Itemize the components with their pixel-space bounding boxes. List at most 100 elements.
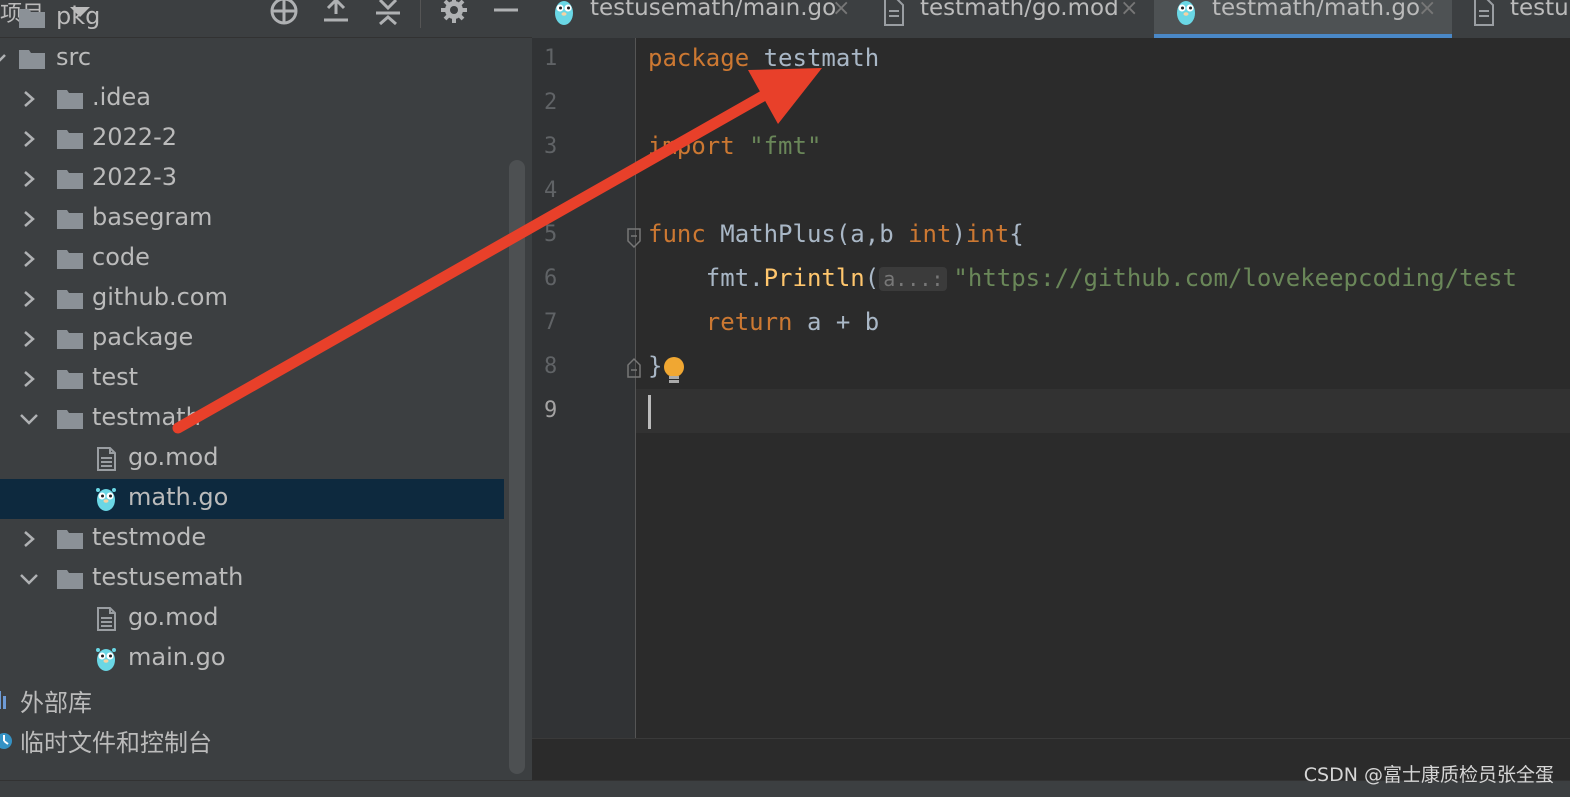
line-number: 1 <box>544 46 558 71</box>
gopher-icon <box>1174 0 1198 26</box>
chevron-right-icon[interactable] <box>18 168 40 190</box>
folder-icon <box>56 407 84 431</box>
tree-item--[interactable]: 临时文件和控制台 <box>0 719 504 759</box>
tree-item-label: testmode <box>92 523 207 551</box>
file-icon <box>92 447 120 471</box>
chevron-right-icon[interactable] <box>18 208 40 230</box>
file-icon <box>882 0 906 26</box>
editor-tab-testmath-go-mod[interactable]: testmath/go.mod × <box>862 0 1154 38</box>
line-number: 6 <box>544 266 558 291</box>
chevron-right-icon[interactable] <box>18 248 40 270</box>
tree-item-label: go.mod <box>128 603 219 631</box>
close-icon[interactable]: × <box>1120 0 1138 21</box>
file-icon <box>92 607 120 631</box>
tree-item-2022-3[interactable]: 2022-3 <box>0 159 504 199</box>
tree-item-label: .idea <box>92 83 152 111</box>
close-icon[interactable]: × <box>832 0 850 21</box>
tree-item-test[interactable]: test <box>0 359 504 399</box>
gopher-icon <box>92 647 120 671</box>
tree-item-github-com[interactable]: github.com <box>0 279 504 319</box>
tree-item-pkg[interactable]: pkg <box>0 0 504 38</box>
code-line-7[interactable]: return a + b <box>648 308 879 336</box>
file-icon <box>1472 0 1496 26</box>
watermark: CSDN @富士康质检员张全蛋 <box>1303 764 1554 786</box>
lightbulb-icon[interactable] <box>662 356 686 386</box>
text-caret <box>648 395 651 429</box>
tree-item-label: testusemath <box>92 563 244 591</box>
code-line-5[interactable]: func MathPlus(a,b int)int{ <box>648 220 1024 248</box>
chevron-right-icon[interactable] <box>18 528 40 550</box>
folder-icon <box>56 527 84 551</box>
close-icon[interactable]: × <box>1418 0 1436 21</box>
line-number: 4 <box>544 178 558 203</box>
line-number: 3 <box>544 134 558 159</box>
code-line-1[interactable]: package testmath <box>648 44 879 72</box>
tree-item-label: go.mod <box>128 443 219 471</box>
tree-item-label: 2022-2 <box>92 123 178 151</box>
tree-item--idea[interactable]: .idea <box>0 79 504 119</box>
gopher-icon <box>552 0 576 26</box>
chevron-right-icon[interactable] <box>18 128 40 150</box>
chevron-down-icon[interactable] <box>0 48 8 70</box>
scrollbar[interactable] <box>509 160 525 774</box>
tree-item-label: github.com <box>92 283 228 311</box>
gopher-icon <box>92 487 120 511</box>
line-number: 5 <box>544 222 558 247</box>
editor-tab-testus[interactable]: testus <box>1452 0 1570 38</box>
tab-label: testus <box>1510 0 1570 21</box>
folder-icon <box>56 247 84 271</box>
project-panel: 项目 pkgsrc.idea2022-22022-3basegramcodegi… <box>0 0 532 780</box>
tree-item-testmode[interactable]: testmode <box>0 519 504 559</box>
chevron-right-icon[interactable] <box>18 368 40 390</box>
editor-tab-testmath-math-go[interactable]: testmath/math.go × <box>1154 0 1452 38</box>
code-line-6[interactable]: fmt.Println(a...: "https://github.com/lov… <box>648 264 1517 292</box>
tree-item-2022-2[interactable]: 2022-2 <box>0 119 504 159</box>
tab-label: testmath/math.go <box>1212 0 1421 21</box>
folder-icon <box>56 207 84 231</box>
folder-icon <box>56 87 84 111</box>
tree-item-label: basegram <box>92 203 213 231</box>
folder-icon <box>56 327 84 351</box>
tab-label: testmath/go.mod <box>920 0 1119 21</box>
tree-item-label: 2022-3 <box>92 163 178 191</box>
fold-open-icon[interactable] <box>626 227 642 249</box>
folder-icon <box>18 6 46 30</box>
tree-item-main-go[interactable]: main.go <box>0 639 504 679</box>
tree-item-label: testmath <box>92 403 201 431</box>
tree-item-label: math.go <box>128 483 229 511</box>
line-number-gutter: 1 2 3 4 5 6 7 8 9 <box>532 38 636 738</box>
tab-label: testusemath/main.go <box>590 0 837 21</box>
tree-item-src[interactable]: src <box>0 39 504 79</box>
tree-item-code[interactable]: code <box>0 239 504 279</box>
chevron-right-icon[interactable] <box>18 88 40 110</box>
folder-icon <box>56 367 84 391</box>
line-number: 8 <box>544 354 558 379</box>
tree-item-label: 临时文件和控制台 <box>20 729 212 757</box>
chevron-right-icon[interactable] <box>18 328 40 350</box>
line-number: 7 <box>544 310 558 335</box>
code-line-3[interactable]: import "fmt" <box>648 132 821 160</box>
chevron-down-icon[interactable] <box>18 568 40 590</box>
code-line-8[interactable]: } <box>648 352 662 380</box>
fold-close-icon[interactable] <box>626 357 642 379</box>
tree-item-basegram[interactable]: basegram <box>0 199 504 239</box>
tree-item-label: 外部库 <box>20 689 92 717</box>
folder-icon <box>56 287 84 311</box>
tree-item-go-mod[interactable]: go.mod <box>0 599 504 639</box>
editor-tab-testusemath-main-go[interactable]: testusemath/main.go × <box>532 0 862 38</box>
tree-item--[interactable]: 外部库 <box>0 679 504 719</box>
code-editor[interactable]: 123456789 package testmath import "fmt" … <box>532 38 1570 738</box>
chevron-down-icon[interactable] <box>18 408 40 430</box>
tree-item-testmath[interactable]: testmath <box>0 399 504 439</box>
tree-item-testusemath[interactable]: testusemath <box>0 559 504 599</box>
folder-icon <box>56 127 84 151</box>
line-number: 9 <box>544 398 558 423</box>
tree-item-label: test <box>92 363 139 391</box>
tree-item-go-mod[interactable]: go.mod <box>0 439 504 479</box>
tree-item-math-go[interactable]: math.go <box>0 479 504 519</box>
parameter-hint: a...: <box>879 267 948 291</box>
folder-icon <box>56 167 84 191</box>
chevron-right-icon[interactable] <box>18 288 40 310</box>
folder-icon <box>56 567 84 591</box>
tree-item-package[interactable]: package <box>0 319 504 359</box>
